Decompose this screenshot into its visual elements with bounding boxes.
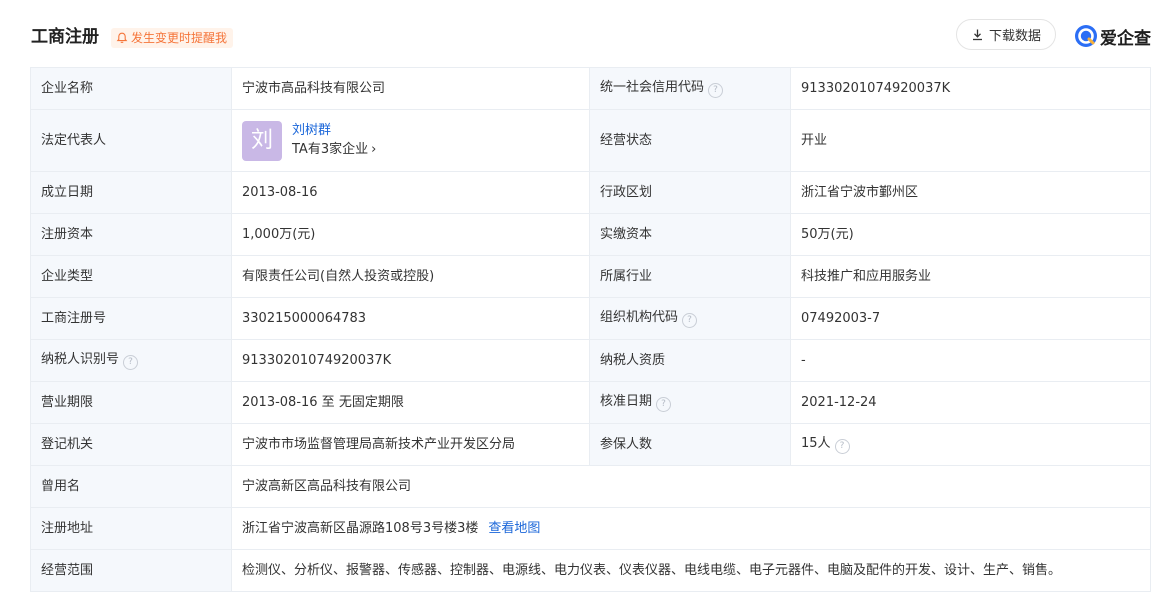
bell-icon [116, 32, 128, 44]
scope-label: 经营范围 [30, 549, 232, 592]
industry-label: 所属行业 [589, 255, 791, 298]
help-icon[interactable]: ? [834, 439, 850, 454]
table-row: 成立日期 2013-08-16 行政区划 浙江省宁波市鄞州区 [30, 171, 1151, 214]
table-row: 营业期限 2013-08-16 至 无固定期限 核准日期? 2021-12-24 [30, 381, 1151, 424]
org-code-value: 07492003-7 [790, 297, 1151, 340]
legal-rep-companies-link[interactable]: TA有3家企业 › [292, 140, 376, 160]
established-value: 2013-08-16 [231, 171, 590, 214]
avatar[interactable]: 刘 [242, 120, 282, 161]
chevron-right-icon: › [371, 142, 377, 157]
status-value: 开业 [790, 109, 1151, 172]
approval-date-value: 2021-12-24 [790, 381, 1151, 424]
term-value: 2013-08-16 至 无固定期限 [231, 381, 590, 424]
insured-label: 参保人数 [589, 423, 791, 466]
address-label: 注册地址 [30, 507, 232, 550]
table-row: 法定代表人 刘 刘树群 TA有3家企业 › 经营状态 开业 [30, 109, 1151, 172]
approval-date-label: 核准日期 [600, 394, 653, 409]
taxpayer-id-label-cell: 纳税人识别号? [30, 339, 232, 382]
scope-value: 检测仪、分析仪、报警器、传感器、控制器、电源线、电力仪表、仪表仪器、电线电缆、电… [231, 549, 1151, 592]
table-row: 纳税人识别号? 91330201074920037K 纳税人资质 - [30, 339, 1151, 382]
download-data-label: 下载数据 [988, 29, 1041, 44]
approval-date-label-cell: 核准日期? [589, 381, 791, 424]
table-row: 曾用名 宁波高新区高品科技有限公司 [30, 465, 1151, 508]
company-name-value: 宁波市高品科技有限公司 [231, 67, 590, 110]
section-title: 工商注册 [31, 27, 99, 47]
authority-label: 登记机关 [30, 423, 232, 466]
industry-value: 科技推广和应用服务业 [790, 255, 1151, 298]
table-row: 注册资本 1,000万(元) 实缴资本 50万(元) [30, 213, 1151, 256]
authority-value: 宁波市市场监督管理局高新技术产业开发区分局 [231, 423, 590, 466]
legal-rep: 刘 刘树群 TA有3家企业 › [242, 120, 579, 161]
legal-rep-companies-label: TA有3家企业 [292, 142, 369, 157]
credit-code-label: 统一社会信用代码 [600, 80, 705, 95]
address-value: 浙江省宁波高新区晶源路108号3号楼3楼 [242, 520, 479, 536]
brand-name: 爱企查 [1100, 28, 1151, 49]
taxpayer-id-value: 91330201074920037K [231, 339, 590, 382]
region-label: 行政区划 [589, 171, 791, 214]
brand-logo: 爱企查 [1074, 24, 1151, 49]
table-row: 企业名称 宁波市高品科技有限公司 统一社会信用代码? 9133020107492… [30, 67, 1151, 110]
company-type-label: 企业类型 [30, 255, 232, 298]
credit-code-label-cell: 统一社会信用代码? [589, 67, 791, 110]
legal-rep-label: 法定代表人 [30, 109, 232, 172]
table-row: 工商注册号 330215000064783 组织机构代码? 07492003-7 [30, 297, 1151, 340]
taxpayer-id-label: 纳税人识别号 [41, 352, 120, 367]
company-type-value: 有限责任公司(自然人投资或控股) [231, 255, 590, 298]
help-icon[interactable]: ? [708, 83, 724, 98]
section-header: 工商注册 发生变更时提醒我 下载数据 爱企查 [0, 0, 1153, 68]
established-label: 成立日期 [30, 171, 232, 214]
change-alert-label: 发生变更时提醒我 [131, 31, 228, 45]
insured-value-cell: 15人? [790, 423, 1151, 466]
brand-logo-icon [1075, 25, 1097, 47]
credit-code-value: 91330201074920037K [790, 67, 1151, 110]
help-icon[interactable]: ? [682, 313, 698, 328]
change-alert-button[interactable]: 发生变更时提醒我 [111, 28, 234, 48]
org-code-label: 组织机构代码 [600, 310, 679, 325]
legal-rep-info: 刘树群 TA有3家企业 › [292, 121, 376, 160]
taxpayer-qual-value: - [790, 339, 1151, 382]
taxpayer-qual-label: 纳税人资质 [589, 339, 791, 382]
term-label: 营业期限 [30, 381, 232, 424]
former-name-label: 曾用名 [30, 465, 232, 508]
reg-capital-label: 注册资本 [30, 213, 232, 256]
region-value: 浙江省宁波市鄞州区 [790, 171, 1151, 214]
table-row: 经营范围 检测仪、分析仪、报警器、传感器、控制器、电源线、电力仪表、仪表仪器、电… [30, 549, 1151, 592]
table-row: 登记机关 宁波市市场监督管理局高新技术产业开发区分局 参保人数 15人? [30, 423, 1151, 466]
legal-rep-name-link[interactable]: 刘树群 [292, 121, 376, 140]
reg-number-value: 330215000064783 [231, 297, 590, 340]
registration-table: 企业名称 宁波市高品科技有限公司 统一社会信用代码? 9133020107492… [30, 67, 1151, 592]
legal-rep-cell: 刘 刘树群 TA有3家企业 › [231, 109, 590, 172]
status-label: 经营状态 [589, 109, 791, 172]
paid-capital-value: 50万(元) [790, 213, 1151, 256]
download-icon [972, 29, 982, 41]
reg-number-label: 工商注册号 [30, 297, 232, 340]
org-code-label-cell: 组织机构代码? [589, 297, 791, 340]
reg-capital-value: 1,000万(元) [231, 213, 590, 256]
former-name-value: 宁波高新区高品科技有限公司 [231, 465, 1151, 508]
help-icon[interactable]: ? [656, 397, 672, 412]
download-data-button[interactable]: 下载数据 [956, 19, 1056, 50]
table-row: 注册地址 浙江省宁波高新区晶源路108号3号楼3楼 查看地图 [30, 507, 1151, 550]
company-name-label: 企业名称 [30, 67, 232, 110]
address-cell: 浙江省宁波高新区晶源路108号3号楼3楼 查看地图 [231, 507, 1151, 550]
view-map-link[interactable]: 查看地图 [488, 521, 540, 536]
table-row: 企业类型 有限责任公司(自然人投资或控股) 所属行业 科技推广和应用服务业 [30, 255, 1151, 298]
help-icon[interactable]: ? [123, 355, 139, 370]
insured-value: 15人 [801, 436, 831, 451]
paid-capital-label: 实缴资本 [589, 213, 791, 256]
